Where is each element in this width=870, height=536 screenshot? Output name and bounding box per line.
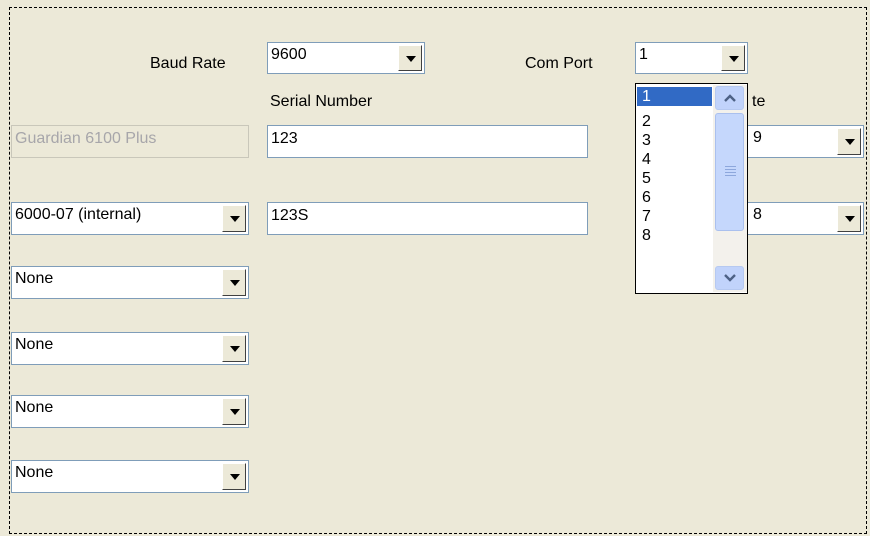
chevron-down-icon[interactable] bbox=[837, 128, 861, 155]
device-select[interactable]: None bbox=[11, 332, 249, 365]
com-port-value: 1 bbox=[639, 46, 648, 63]
com-port-select[interactable]: 1 bbox=[635, 42, 748, 74]
serial-number-header: Serial Number bbox=[270, 93, 373, 110]
com-port-option[interactable]: 4 bbox=[637, 150, 712, 169]
baud-rate-label: Baud Rate bbox=[150, 55, 226, 72]
com-port-label: Com Port bbox=[525, 55, 593, 72]
grip-line bbox=[725, 175, 736, 176]
com-port-option[interactable]: 2 bbox=[637, 112, 712, 131]
com-port-dropdown-list[interactable]: 1 2 3 4 5 6 7 8 bbox=[635, 83, 748, 294]
grip-line bbox=[725, 166, 736, 167]
chevron-down-icon[interactable] bbox=[398, 45, 422, 71]
grip-line bbox=[725, 169, 736, 170]
device-field: Guardian 6100 Plus bbox=[11, 125, 249, 158]
vertical-scrollbar[interactable] bbox=[713, 85, 747, 292]
device-value: 6000-07 (internal) bbox=[15, 206, 142, 223]
device-select[interactable]: None bbox=[11, 460, 249, 493]
baud-rate-value: 9600 bbox=[271, 46, 307, 63]
scroll-up-button[interactable] bbox=[715, 86, 744, 110]
device-select[interactable]: None bbox=[11, 395, 249, 428]
com-port-option[interactable]: 5 bbox=[637, 169, 712, 188]
com-port-option[interactable]: 1 bbox=[637, 87, 712, 106]
chevron-down-icon[interactable] bbox=[222, 463, 246, 490]
rate-value: 8 bbox=[753, 206, 762, 223]
device-value: None bbox=[15, 336, 54, 353]
baud-rate-select[interactable]: 9600 bbox=[267, 42, 425, 74]
com-port-option[interactable]: 8 bbox=[637, 226, 712, 245]
chevron-down-icon[interactable] bbox=[837, 205, 861, 232]
chevron-down-icon[interactable] bbox=[222, 335, 246, 362]
serial-number-input[interactable]: 123 bbox=[267, 125, 588, 158]
chevron-up-icon bbox=[724, 94, 736, 102]
grip-line bbox=[725, 172, 736, 173]
device-value: None bbox=[15, 399, 54, 416]
device-value: None bbox=[15, 270, 54, 287]
chevron-down-icon[interactable] bbox=[222, 398, 246, 425]
com-port-option[interactable]: 7 bbox=[637, 207, 712, 226]
com-port-option[interactable]: 6 bbox=[637, 188, 712, 207]
chevron-down-icon[interactable] bbox=[222, 205, 246, 232]
device-select[interactable]: None bbox=[11, 266, 249, 299]
device-value: None bbox=[15, 464, 54, 481]
chevron-down-icon[interactable] bbox=[222, 269, 246, 296]
rate-column-header: te bbox=[752, 93, 766, 110]
chevron-down-icon[interactable] bbox=[721, 45, 745, 71]
chevron-down-icon bbox=[724, 274, 736, 282]
rate-value: 9 bbox=[753, 129, 762, 146]
device-select[interactable]: 6000-07 (internal) bbox=[11, 202, 249, 235]
com-port-option[interactable]: 3 bbox=[637, 131, 712, 150]
scroll-down-button[interactable] bbox=[715, 266, 744, 290]
serial-number-input[interactable]: 123S bbox=[267, 202, 588, 235]
scroll-thumb[interactable] bbox=[715, 113, 744, 231]
